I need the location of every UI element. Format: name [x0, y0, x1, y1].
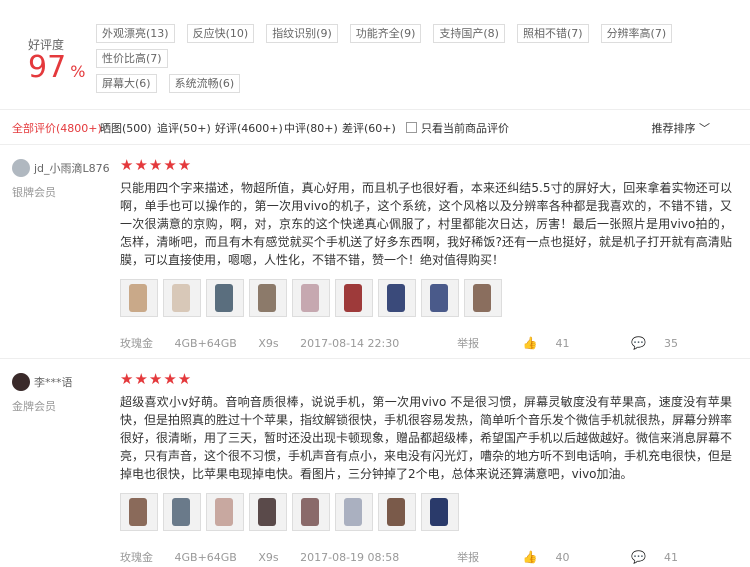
like-button[interactable]: 👍 40: [522, 550, 588, 564]
filter-all[interactable]: 全部评价(4800+): [12, 120, 102, 136]
like-count: 40: [555, 551, 570, 564]
tag[interactable]: 性价比高(7): [96, 49, 168, 68]
review-image-thumbnail[interactable]: [120, 493, 158, 531]
filter-photos[interactable]: 晒图(500): [100, 120, 152, 136]
review-image-thumbnail[interactable]: [421, 493, 459, 531]
positive-rate: 97%: [28, 52, 85, 88]
review-date: 2017-08-19 08:58: [300, 551, 400, 564]
rate-value: 97: [28, 50, 67, 85]
avatar[interactable]: [12, 373, 30, 391]
report-link[interactable]: 举报: [457, 551, 479, 564]
review-image-thumbnail[interactable]: [206, 279, 244, 317]
avatar[interactable]: [12, 159, 30, 177]
review-image-thumbnail[interactable]: [249, 279, 287, 317]
rate-unit: %: [70, 62, 86, 81]
tag[interactable]: 支持国产(8): [433, 24, 505, 43]
thumb-up-icon: 👍: [522, 336, 538, 350]
review-item: 李***语 金牌会员 ★★★★★ 超级喜欢小v好萌。音响音质很棒，说说手机，第一…: [0, 359, 750, 567]
thumb-up-icon: 👍: [522, 550, 538, 564]
review-meta: 玫瑰金 4GB+64GB X9s 2017-08-19 08:58 举报 👍 40…: [120, 549, 732, 567]
review-images: [120, 493, 732, 537]
review-image-thumbnail[interactable]: [421, 279, 459, 317]
filter-positive[interactable]: 好评(4600+): [215, 120, 283, 136]
product-color: 玫瑰金: [120, 337, 153, 350]
review-meta: 玫瑰金 4GB+64GB X9s 2017-08-14 22:30 举报 👍 41…: [120, 335, 732, 353]
sort-dropdown[interactable]: 推荐排序 ﹀: [652, 120, 711, 136]
like-count: 41: [555, 337, 570, 350]
comment-icon: 💬: [631, 336, 646, 350]
comment-icon: 💬: [631, 550, 646, 564]
review-image-thumbnail[interactable]: [335, 493, 373, 531]
filter-neutral[interactable]: 中评(80+): [284, 120, 338, 136]
sort-label: 推荐排序: [651, 122, 696, 135]
comment-button[interactable]: 💬 35: [631, 336, 696, 350]
review-image-thumbnail[interactable]: [335, 279, 373, 317]
product-color: 玫瑰金: [120, 551, 153, 564]
review-image-thumbnail[interactable]: [206, 493, 244, 531]
tag-list: 外观漂亮(13) 反应快(10) 指纹识别(9) 功能齐全(9) 支持国产(8) 照相不错…: [96, 24, 736, 99]
current-only-label: 只看当前商品评价: [421, 122, 509, 135]
tag[interactable]: 分辨率高(7): [600, 24, 673, 43]
review-user: 李***语 金牌会员: [12, 373, 112, 414]
star-rating: ★★★★★: [120, 370, 193, 388]
like-button[interactable]: 👍 41: [522, 336, 588, 350]
review-content: ★★★★★ 只能用四个字来描述，物超所值，真心好用，而且机子也很好看，本来还纠结…: [120, 145, 732, 353]
star-rating: ★★★★★: [120, 156, 193, 174]
review-date: 2017-08-14 22:30: [300, 337, 400, 350]
checkbox[interactable]: [406, 122, 417, 133]
review-user: jd_小雨滴L876 银牌会员: [12, 159, 112, 200]
username: jd_小雨滴L876: [34, 162, 110, 175]
member-level: 银牌会员: [12, 186, 56, 199]
product-model: X9s: [258, 337, 279, 350]
review-image-thumbnail[interactable]: [292, 493, 330, 531]
review-image-thumbnail[interactable]: [163, 279, 201, 317]
product-model: X9s: [258, 551, 279, 564]
tag[interactable]: 反应快(10): [186, 24, 255, 43]
member-level: 金牌会员: [12, 400, 56, 413]
review-image-thumbnail[interactable]: [292, 279, 330, 317]
comment-count: 35: [664, 337, 678, 350]
review-actions: 举报 👍 41 💬 35: [435, 335, 714, 351]
current-only-toggle[interactable]: 只看当前商品评价: [406, 120, 509, 136]
username: 李***语: [34, 376, 73, 389]
tag[interactable]: 屏幕大(6): [96, 74, 157, 93]
tag[interactable]: 指纹识别(9): [266, 24, 338, 43]
report-link[interactable]: 举报: [457, 337, 479, 350]
chevron-down-icon: ﹀: [699, 122, 710, 135]
review-actions: 举报 👍 40 💬 41: [435, 549, 714, 565]
review-text: 超级喜欢小v好萌。音响音质很棒，说说手机，第一次用vivo 不是很习惯，屏幕灵敏…: [120, 395, 733, 481]
product-spec: 4GB+64GB: [174, 551, 237, 564]
comment-count: 41: [664, 551, 678, 564]
tag[interactable]: 系统流畅(6): [168, 74, 241, 93]
review-image-thumbnail[interactable]: [249, 493, 287, 531]
review-image-thumbnail[interactable]: [378, 279, 416, 317]
tag[interactable]: 外观漂亮(13): [96, 24, 175, 43]
filter-bar: 全部评价(4800+) 晒图(500) 追评(50+) 好评(4600+) 中评…: [0, 109, 750, 145]
product-spec: 4GB+64GB: [174, 337, 237, 350]
review-content: ★★★★★ 超级喜欢小v好萌。音响音质很棒，说说手机，第一次用vivo 不是很习…: [120, 359, 732, 567]
tag[interactable]: 功能齐全(9): [349, 24, 422, 43]
review-image-thumbnail[interactable]: [464, 279, 502, 317]
comment-button[interactable]: 💬 41: [631, 550, 696, 564]
tag[interactable]: 照相不错(7): [516, 24, 589, 43]
filter-negative[interactable]: 差评(60+): [342, 120, 396, 136]
review-text: 只能用四个字来描述，物超所值，真心好用，而且机子也很好看，本来还纠结5.5寸的屏…: [120, 181, 732, 267]
rating-summary: 好评度 97% 外观漂亮(13) 反应快(10) 指纹识别(9) 功能齐全(9) 支持国…: [0, 0, 750, 105]
review-image-thumbnail[interactable]: [120, 279, 158, 317]
review-image-thumbnail[interactable]: [163, 493, 201, 531]
filter-followup[interactable]: 追评(50+): [157, 120, 211, 136]
review-image-thumbnail[interactable]: [378, 493, 416, 531]
review-images: [120, 279, 732, 323]
review-item: jd_小雨滴L876 银牌会员 ★★★★★ 只能用四个字来描述，物超所值，真心好…: [0, 145, 750, 359]
